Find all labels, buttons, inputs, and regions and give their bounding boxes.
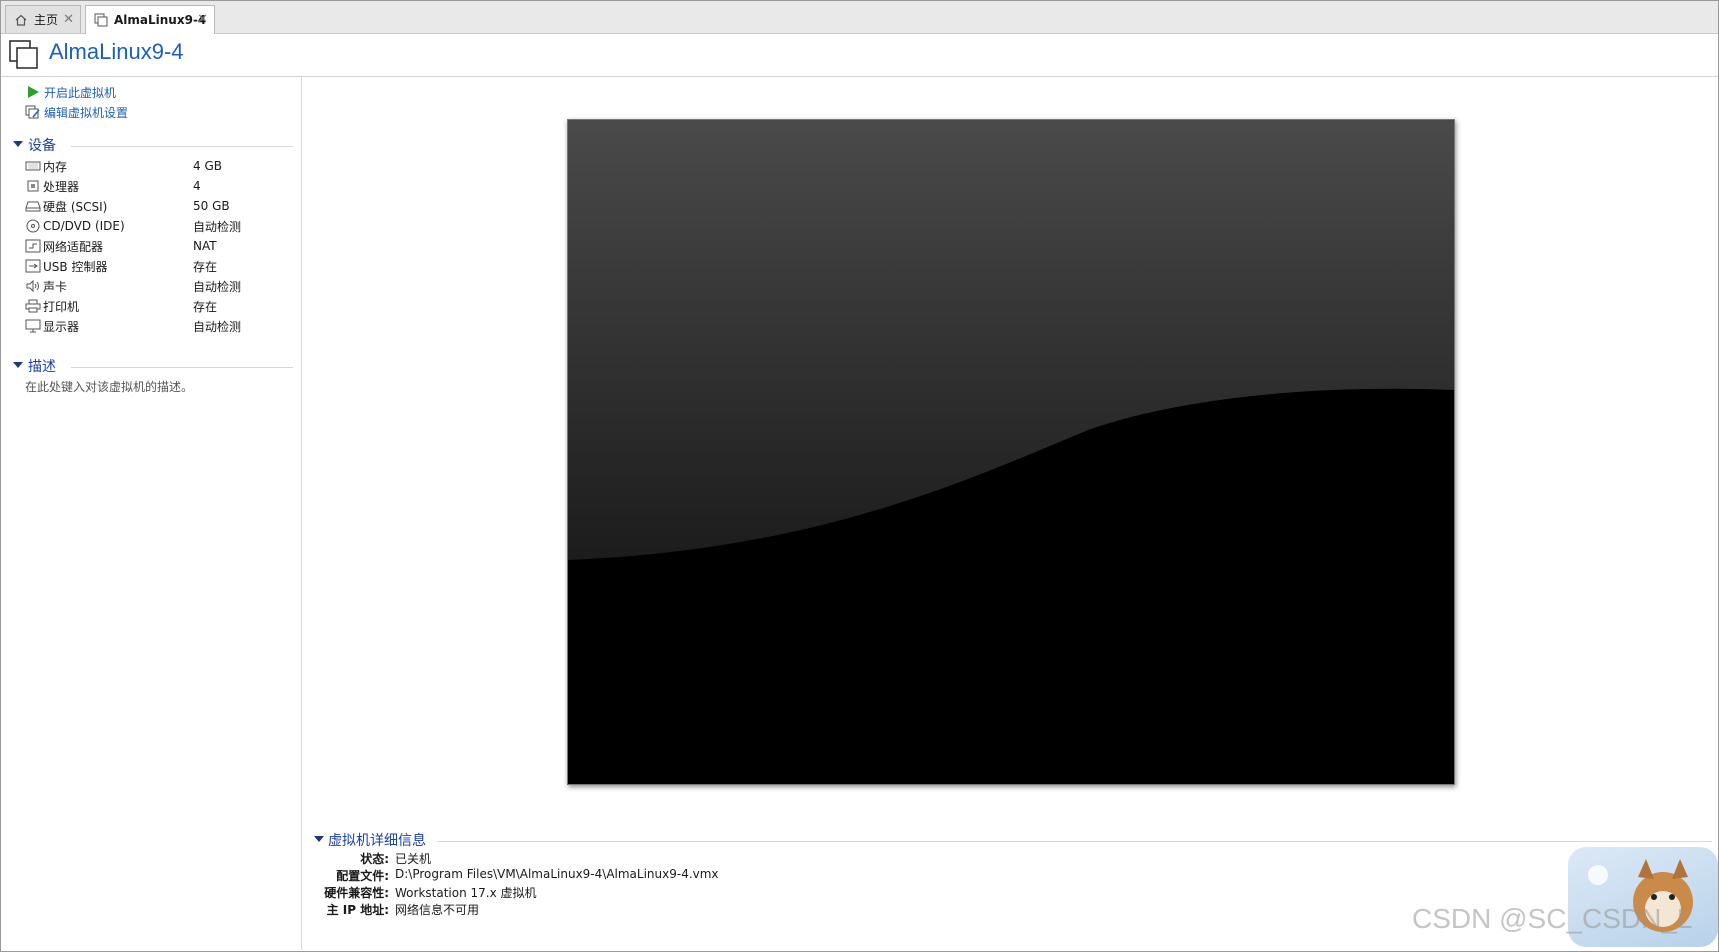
details-section-label: 虚拟机详细信息	[328, 833, 426, 849]
close-icon[interactable]: ✕	[197, 12, 208, 27]
device-value: NAT	[193, 239, 217, 253]
edit-settings-label: 编辑虚拟机设置	[44, 105, 129, 120]
device-name: USB 控制器	[43, 259, 108, 274]
preview-graphic	[568, 120, 1454, 784]
detail-key: 硬件兼容性:	[324, 886, 389, 900]
cpu-icon	[25, 179, 41, 193]
detail-value: 网络信息不可用	[395, 903, 480, 917]
section-divider	[437, 841, 1712, 842]
description-section-label: 描述	[28, 359, 56, 375]
vm-icon	[94, 13, 108, 27]
collapse-triangle-icon	[13, 141, 23, 147]
detail-row-compatibility: 硬件兼容性: Workstation 17.x 虚拟机	[312, 884, 537, 901]
device-value: 4	[193, 179, 201, 193]
title-row: AlmaLinux9-4	[1, 34, 1718, 77]
detail-row-ip: 主 IP 地址: 网络信息不可用	[312, 901, 479, 918]
edit-settings-icon	[25, 105, 41, 119]
usb-icon	[25, 259, 41, 273]
device-row-memory[interactable]: 内存 4 GB	[25, 156, 295, 176]
section-divider	[71, 146, 293, 147]
power-on-label: 开启此虚拟机	[44, 85, 117, 100]
harddisk-icon	[25, 199, 41, 213]
devices-section-header[interactable]: 设备	[11, 135, 293, 155]
device-name: 处理器	[43, 179, 80, 194]
device-row-network[interactable]: 网络适配器 NAT	[25, 236, 295, 256]
details-section-header[interactable]: 虚拟机详细信息	[312, 830, 1712, 850]
device-value: 自动检测	[193, 219, 242, 234]
device-row-harddisk[interactable]: 硬盘 (SCSI) 50 GB	[25, 196, 295, 216]
left-panel: 开启此虚拟机 编辑虚拟机设置 设备 内存 4 GB 处理器 4 硬盘 (SCSI…	[1, 77, 302, 950]
close-icon[interactable]: ✕	[63, 12, 74, 27]
collapse-triangle-icon	[13, 362, 23, 368]
home-icon	[14, 13, 28, 27]
cd-dvd-icon	[25, 219, 41, 233]
tab-almalinux-label: AlmaLinux9-4	[114, 13, 207, 27]
network-icon	[25, 239, 41, 253]
tab-home-label: 主页	[34, 13, 59, 27]
detail-value: D:\Program Files\VM\AlmaLinux9-4\AlmaLin…	[395, 867, 719, 881]
collapse-triangle-icon	[314, 836, 324, 842]
device-name: 内存	[43, 159, 68, 174]
device-value: 自动检测	[193, 279, 242, 294]
vm-large-icon	[9, 40, 39, 70]
detail-key: 配置文件:	[336, 869, 389, 883]
device-row-usb[interactable]: USB 控制器 存在	[25, 256, 295, 276]
power-on-button[interactable]: 开启此虚拟机	[25, 83, 116, 101]
device-value: 存在	[193, 299, 218, 314]
tab-almalinux[interactable]: AlmaLinux9-4 ✕	[85, 5, 215, 34]
play-icon	[25, 85, 41, 99]
device-value: 50 GB	[193, 199, 230, 213]
tab-home[interactable]: 主页 ✕	[5, 5, 81, 33]
memory-icon	[25, 159, 41, 173]
device-name: 硬盘 (SCSI)	[43, 199, 108, 214]
detail-row-state: 状态: 已关机	[312, 850, 431, 867]
device-row-display[interactable]: 显示器 自动检测	[25, 316, 295, 336]
detail-key: 主 IP 地址:	[326, 903, 389, 917]
device-name: 打印机	[43, 299, 80, 314]
device-name: CD/DVD (IDE)	[43, 219, 125, 233]
display-icon	[25, 319, 41, 333]
section-divider	[71, 367, 293, 368]
description-section-header[interactable]: 描述	[11, 356, 293, 376]
device-row-cd-dvd[interactable]: CD/DVD (IDE) 自动检测	[25, 216, 295, 236]
printer-icon	[25, 299, 41, 313]
sound-icon	[25, 279, 41, 293]
description-field[interactable]: 在此处键入对该虚拟机的描述。	[25, 378, 193, 395]
page-title: AlmaLinux9-4	[49, 39, 184, 64]
device-name: 网络适配器	[43, 239, 104, 254]
tab-bar: 主页 ✕ AlmaLinux9-4 ✕	[1, 1, 1718, 34]
device-name: 显示器	[43, 319, 80, 334]
vm-preview-thumbnail[interactable]	[567, 119, 1455, 785]
device-row-printer[interactable]: 打印机 存在	[25, 296, 295, 316]
device-row-cpu[interactable]: 处理器 4	[25, 176, 295, 196]
detail-row-config-file: 配置文件: D:\Program Files\VM\AlmaLinux9-4\A…	[312, 867, 719, 884]
device-value: 自动检测	[193, 319, 242, 334]
device-row-sound[interactable]: 声卡 自动检测	[25, 276, 295, 296]
device-value: 4 GB	[193, 159, 222, 173]
detail-value: 已关机	[395, 852, 432, 866]
watermark-text: CSDN @SC_CSDN_L	[1412, 903, 1693, 934]
edit-settings-button[interactable]: 编辑虚拟机设置	[25, 103, 128, 121]
detail-key: 状态:	[360, 852, 389, 866]
device-name: 声卡	[43, 279, 68, 294]
detail-value: Workstation 17.x 虚拟机	[395, 886, 537, 900]
device-value: 存在	[193, 259, 218, 274]
devices-section-label: 设备	[28, 138, 56, 154]
